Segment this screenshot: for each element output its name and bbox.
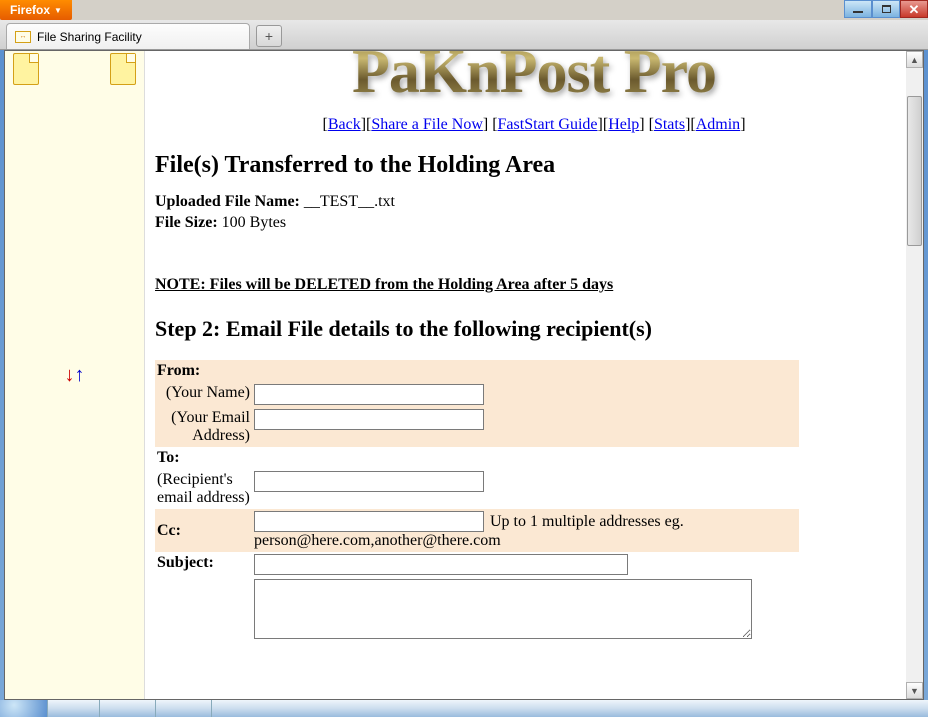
to-input[interactable]: [254, 471, 484, 492]
message-body-input[interactable]: [254, 579, 752, 639]
vertical-scrollbar[interactable]: ▲ ▼: [906, 51, 923, 699]
file-info: Uploaded File Name: __TEST__.txt File Si…: [155, 193, 913, 232]
maximize-button[interactable]: [872, 0, 900, 18]
subject-input[interactable]: [254, 554, 628, 575]
window-titlebar: Firefox ▼ ✕: [0, 0, 928, 20]
your-name-input[interactable]: [254, 384, 484, 405]
scroll-down-button[interactable]: ▼: [906, 682, 923, 699]
firefox-menu-button[interactable]: Firefox ▼: [0, 0, 72, 20]
link-share[interactable]: Share a File Now: [371, 116, 483, 133]
close-icon: ✕: [909, 3, 920, 16]
chevron-down-icon: ▼: [54, 6, 62, 15]
link-admin[interactable]: Admin: [696, 116, 740, 133]
link-help[interactable]: Help: [608, 116, 639, 133]
scroll-up-button[interactable]: ▲: [906, 51, 923, 68]
transfer-icon[interactable]: ↓↑: [65, 53, 85, 697]
link-back[interactable]: Back: [328, 116, 361, 133]
firefox-label: Firefox: [10, 3, 50, 17]
scroll-track[interactable]: [906, 68, 923, 682]
link-stats[interactable]: Stats: [654, 116, 685, 133]
from-label: From:: [155, 360, 252, 382]
browser-tab[interactable]: ↔ File Sharing Facility: [6, 23, 250, 49]
taskbar-item[interactable]: [156, 700, 212, 717]
nav-links: [Back][Share a File Now] [FastStart Guid…: [155, 116, 913, 134]
browser-viewport: ↓↑ PaKnPost Pro [Back][Share a File Now]…: [4, 50, 924, 700]
maximize-icon: [882, 5, 891, 13]
new-tab-button[interactable]: +: [256, 25, 282, 47]
minimize-icon: [853, 11, 863, 13]
file-icon[interactable]: [110, 53, 136, 85]
logo-text: PaKnPost Pro: [352, 51, 716, 108]
file-size-label: File Size:: [155, 214, 218, 231]
taskbar[interactable]: [0, 700, 928, 717]
taskbar-item[interactable]: [48, 700, 100, 717]
left-sidebar: ↓↑: [5, 51, 145, 699]
file-size-value: 100 Bytes: [222, 214, 286, 231]
close-button[interactable]: ✕: [900, 0, 928, 18]
main-content: PaKnPost Pro [Back][Share a File Now] [F…: [145, 51, 923, 699]
file-icon[interactable]: [13, 53, 39, 85]
logo: PaKnPost Pro: [155, 51, 913, 108]
step2-heading: Step 2: Email File details to the follow…: [155, 316, 913, 342]
taskbar-item[interactable]: [100, 700, 156, 717]
link-guide[interactable]: FastStart Guide: [498, 116, 598, 133]
page-heading: File(s) Transferred to the Holding Area: [155, 152, 913, 179]
tab-strip: ↔ File Sharing Facility +: [0, 20, 928, 50]
to-hint: (Recipient's email address): [155, 469, 252, 509]
desktop: Firefox ▼ ✕ ↔ File Sharing Facility + ↓↑…: [0, 0, 928, 717]
your-email-input[interactable]: [254, 409, 484, 430]
start-button[interactable]: [0, 700, 48, 717]
your-name-label: (Your Name): [155, 382, 252, 407]
subject-label: Subject:: [155, 552, 252, 577]
minimize-button[interactable]: [844, 0, 872, 18]
file-name-value: __TEST__.txt: [304, 193, 395, 210]
favicon-icon: ↔: [15, 31, 31, 43]
deletion-note: NOTE: Files will be DELETED from the Hol…: [155, 276, 913, 294]
window-controls: ✕: [844, 0, 928, 18]
to-label: To:: [155, 447, 252, 469]
cc-input[interactable]: [254, 511, 484, 532]
your-email-label: (Your Email Address): [155, 407, 252, 447]
file-name-label: Uploaded File Name:: [155, 193, 300, 210]
email-form: From: (Your Name) (Your Email Address) T…: [155, 360, 799, 646]
tab-title: File Sharing Facility: [37, 30, 142, 44]
cc-label: Cc:: [155, 509, 252, 552]
scroll-thumb[interactable]: [907, 96, 922, 246]
